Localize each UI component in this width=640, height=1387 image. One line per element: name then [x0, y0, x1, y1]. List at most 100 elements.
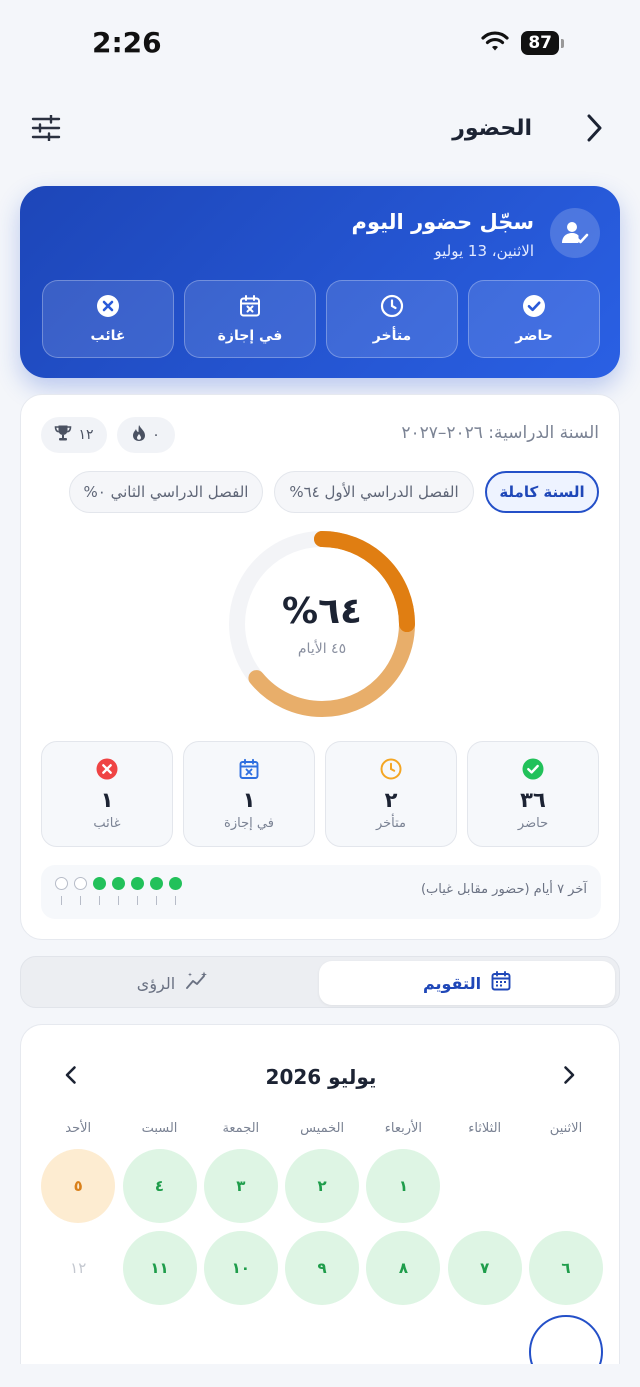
next-month-button[interactable] [553, 1061, 585, 1093]
view-tabs: التقويم الرؤى [20, 956, 620, 1008]
calendar-day[interactable]: ١٠ [203, 1231, 278, 1305]
filter-button[interactable] [28, 112, 64, 148]
calendar-card: يوليو 2026 الاثنين الثلاثاء الأربعاء الخميس… [20, 1024, 620, 1364]
tab-calendar-label: التقويم [422, 973, 482, 993]
leave-label: في إجازة [217, 328, 283, 344]
stat-absent: ١ غائب [41, 741, 173, 847]
weekday-header: الثلاثاء [468, 1121, 502, 1136]
stat-leave: ١ في إجازة [183, 741, 315, 847]
battery-icon: 87 [521, 31, 564, 55]
calendar-day[interactable]: ٦ [529, 1231, 603, 1305]
battery-level: 87 [521, 31, 559, 55]
stat-present: ٣٦ حاضر [467, 741, 599, 847]
segment-first-term[interactable]: الفصل الدراسي الأول ٦٤% [274, 471, 474, 513]
attendance-days: ٤٥ الأيام [297, 641, 347, 657]
floating-action-button[interactable] [529, 1315, 603, 1364]
calendar-x-icon [238, 294, 262, 322]
week-day-tick [174, 896, 176, 905]
check-circle-icon [522, 758, 544, 784]
calendar-x-icon [238, 758, 260, 784]
wifi-icon [481, 30, 509, 56]
app-header: الحضور [0, 100, 640, 160]
weekday-header: الجمعة [222, 1121, 260, 1136]
weekday-header: الأربعاء [384, 1121, 423, 1136]
user-check-icon [550, 208, 600, 258]
mark-leave-button[interactable]: في إجازة [184, 280, 316, 358]
stat-present-value: ٣٦ [520, 787, 546, 812]
stat-absent-label: غائب [93, 815, 121, 831]
x-circle-icon [96, 294, 120, 322]
mark-late-button[interactable]: متأخر [326, 280, 458, 358]
week-day-tick [98, 896, 100, 905]
week-day-dot [55, 877, 68, 890]
mark-absent-button[interactable]: غائب [42, 280, 174, 358]
weekday-header: الخميس [300, 1121, 345, 1136]
week-day-tick [117, 896, 119, 905]
stat-leave-value: ١ [242, 787, 256, 812]
calendar-day[interactable]: ٨ [366, 1231, 441, 1305]
sparkle-chart-icon [185, 971, 209, 995]
sliders-icon [31, 114, 61, 145]
calendar-icon [491, 971, 511, 995]
stat-leave-label: في إجازة [224, 815, 274, 831]
status-time: 2:26 [92, 26, 162, 59]
calendar-day[interactable]: ١٢ [41, 1231, 115, 1305]
calendar-day[interactable]: ١١ [122, 1231, 197, 1305]
status-bar: 2:26 87 [0, 0, 640, 88]
back-button[interactable] [576, 112, 612, 148]
stat-late-label: متأخر [375, 815, 407, 831]
stat-late-value: ٢ [384, 787, 398, 812]
weekday-header: الاثنين [549, 1121, 583, 1136]
week-day-dot [150, 877, 163, 890]
flame-icon [132, 424, 146, 446]
week-day-dot [93, 877, 106, 890]
record-attendance-card: سجّل حضور اليوم الاثنين، 13 يوليو حاضر م… [20, 186, 620, 378]
week-day-dot [169, 877, 182, 890]
clock-icon [380, 758, 402, 784]
last-7-days-label: آخر ٧ أيام (حضور مقابل غياب) [420, 882, 587, 897]
academic-year-label: السنة الدراسية: ٢٠٢٦–٢٠٢٧ [401, 423, 599, 443]
chevron-right-icon [562, 1065, 576, 1089]
calendar-day[interactable]: ٤ [122, 1149, 197, 1223]
tab-insights[interactable]: الرؤى [25, 961, 321, 1005]
tab-insights-label: الرؤى [136, 973, 176, 993]
calendar-day[interactable]: ١ [366, 1149, 441, 1223]
calendar-day[interactable]: ٣ [203, 1149, 278, 1223]
mark-present-button[interactable]: حاضر [468, 280, 600, 358]
calendar-day[interactable]: ٩ [285, 1231, 360, 1305]
x-circle-icon [96, 758, 118, 784]
calendar-month-title: يوليو 2026 [265, 1065, 377, 1089]
attendance-percent: %٦٤ [281, 591, 363, 632]
week-day-tick [60, 896, 62, 905]
clock-icon [380, 294, 404, 322]
segment-full-year[interactable]: السنة كاملة [485, 471, 599, 513]
week-day-tick [136, 896, 138, 905]
week-day-tick [155, 896, 157, 905]
late-label: متأخر [372, 328, 412, 344]
week-day-tick [79, 896, 81, 905]
trophy-count: ١٢ [78, 427, 94, 443]
streak-chip: ٠ [117, 417, 175, 453]
stat-late: ٢ متأخر [325, 741, 457, 847]
calendar-day[interactable]: ٧ [447, 1231, 522, 1305]
week-day-dot [131, 877, 144, 890]
segment-second-term[interactable]: الفصل الدراسي الثاني ٠% [69, 471, 263, 513]
stat-present-label: حاضر [517, 815, 549, 831]
present-label: حاضر [515, 328, 553, 344]
year-summary-card: السنة الدراسية: ٢٠٢٦–٢٠٢٧ ٠ ١٢ السنة كام… [20, 394, 620, 940]
chevron-right-icon [584, 113, 604, 147]
last-7-days-strip: آخر ٧ أيام (حضور مقابل غياب) [41, 865, 601, 919]
calendar-day[interactable]: ٢ [285, 1149, 360, 1223]
check-circle-icon [522, 294, 546, 322]
stat-absent-value: ١ [100, 787, 114, 812]
week-day-dot [74, 877, 87, 890]
record-date: الاثنين، 13 يوليو [434, 242, 534, 260]
tab-calendar[interactable]: التقويم [319, 961, 615, 1005]
record-title: سجّل حضور اليوم [351, 210, 534, 234]
calendar-day[interactable]: ٥ [41, 1149, 116, 1223]
trophy-chip: ١٢ [41, 417, 107, 453]
weekday-header: الأحد [65, 1121, 92, 1136]
page-title: الحضور [452, 116, 532, 141]
weekday-header: السبت [141, 1121, 178, 1136]
status-icons: 87 [481, 30, 564, 56]
